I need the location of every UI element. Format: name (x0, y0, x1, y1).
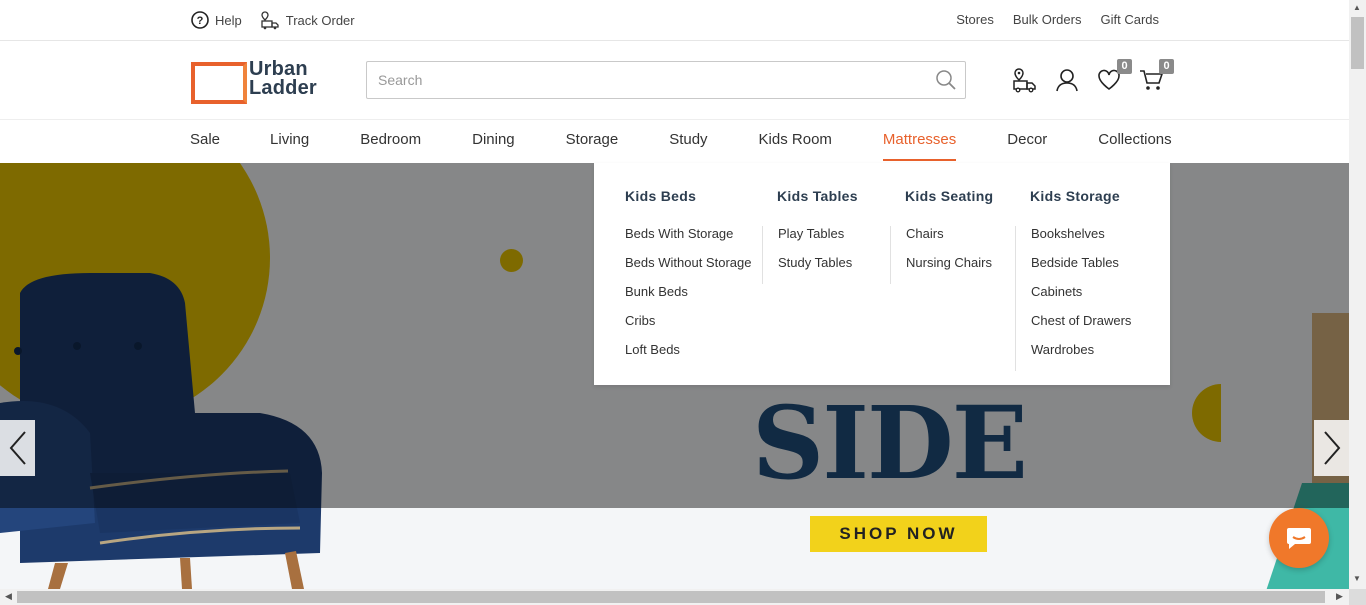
menu-item-cribs[interactable]: Cribs (625, 313, 751, 342)
menu-item-beds-without-storage[interactable]: Beds Without Storage (625, 255, 751, 284)
kids-room-mega-menu: Kids Beds Beds With Storage Beds Without… (594, 163, 1170, 385)
nav-item-decor[interactable]: Decor (1007, 120, 1047, 163)
horizontal-scroll-thumb[interactable] (17, 591, 1325, 603)
search-box (366, 61, 966, 99)
nav-item-mattresses[interactable]: Mattresses (882, 120, 957, 163)
bulk-orders-link[interactable]: Bulk Orders (1013, 12, 1082, 27)
nav-item-collections[interactable]: Collections (1098, 120, 1171, 163)
menu-item-bookshelves[interactable]: Bookshelves (1031, 226, 1131, 255)
delivery-truck-icon (1013, 68, 1036, 93)
help-icon: ? (191, 11, 209, 29)
chat-widget-button[interactable] (1269, 508, 1329, 568)
carousel-next-button[interactable] (1314, 420, 1349, 476)
track-order-link[interactable]: Track Order (260, 10, 355, 30)
menu-column-kids-storage: Kids Storage Bookshelves Bedside Tables … (1015, 163, 1131, 371)
search-icon[interactable] (935, 69, 957, 91)
help-label: Help (215, 12, 242, 28)
user-icon (1056, 69, 1078, 92)
menu-item-study-tables[interactable]: Study Tables (778, 255, 858, 284)
nav-item-living[interactable]: Living (270, 120, 309, 163)
menu-column-kids-seating: Kids Seating Chairs Nursing Chairs (890, 163, 993, 284)
scroll-right-arrow-icon[interactable]: ▶ (1336, 591, 1343, 602)
cart-count-badge: 0 (1159, 59, 1174, 74)
header: Urban Ladder 0 0 (0, 41, 1349, 120)
wishlist-button[interactable]: 0 (1096, 59, 1132, 93)
wishlist-count-badge: 0 (1117, 59, 1132, 74)
menu-heading-kids-beds[interactable]: Kids Beds (625, 188, 751, 226)
track-order-icon (261, 11, 279, 30)
chevron-right-icon (1323, 431, 1340, 465)
scroll-left-arrow-icon[interactable]: ◀ (5, 591, 12, 602)
gift-cards-link[interactable]: Gift Cards (1100, 12, 1159, 27)
logo-mark-icon (191, 62, 247, 104)
account-button[interactable] (1054, 67, 1080, 93)
stores-link[interactable]: Stores (956, 12, 994, 27)
menu-item-wardrobes[interactable]: Wardrobes (1031, 342, 1131, 371)
help-link[interactable]: ? Help (191, 11, 242, 29)
logo-line-2: Ladder (249, 77, 317, 99)
nav-item-sale[interactable]: Sale (190, 120, 220, 163)
chat-icon (1287, 528, 1311, 549)
track-order-label: Track Order (285, 12, 355, 28)
track-delivery-button[interactable] (1012, 67, 1038, 93)
nav-item-kids-room[interactable]: Kids Room (759, 120, 832, 163)
menu-heading-kids-storage[interactable]: Kids Storage (1030, 188, 1131, 226)
nav-item-storage[interactable]: Storage (566, 120, 619, 163)
horizontal-scrollbar[interactable]: ◀ ▶ (0, 589, 1366, 605)
menu-item-chest-of-drawers[interactable]: Chest of Drawers (1031, 313, 1131, 342)
main-navigation: Sale Living Bedroom Dining Storage Study… (0, 120, 1349, 163)
vertical-scrollbar[interactable]: ▲ ▼ (1349, 0, 1366, 589)
nav-item-dining[interactable]: Dining (472, 120, 515, 163)
nav-item-bedroom[interactable]: Bedroom (360, 120, 421, 163)
cart-button[interactable]: 0 (1138, 59, 1174, 93)
page: ? Help Track Order Stores Bulk Orders Gi… (0, 0, 1366, 605)
menu-item-nursing-chairs[interactable]: Nursing Chairs (906, 255, 993, 284)
search-input[interactable] (367, 62, 965, 98)
chevron-left-icon (9, 431, 26, 465)
top-utility-bar: ? Help Track Order Stores Bulk Orders Gi… (0, 0, 1349, 41)
svg-text:?: ? (197, 15, 204, 27)
menu-item-chairs[interactable]: Chairs (906, 226, 993, 255)
menu-item-bedside-tables[interactable]: Bedside Tables (1031, 255, 1131, 284)
menu-column-kids-beds: Kids Beds Beds With Storage Beds Without… (625, 163, 751, 371)
logo-text: Urban Ladder (249, 59, 317, 99)
scroll-up-arrow-icon[interactable]: ▲ (1353, 3, 1361, 12)
menu-item-play-tables[interactable]: Play Tables (778, 226, 858, 255)
menu-heading-kids-seating[interactable]: Kids Seating (905, 188, 993, 226)
vertical-scroll-thumb[interactable] (1351, 17, 1364, 69)
carousel-prev-button[interactable] (0, 420, 35, 476)
nav-item-study[interactable]: Study (669, 120, 707, 163)
menu-item-beds-with-storage[interactable]: Beds With Storage (625, 226, 751, 255)
menu-item-bunk-beds[interactable]: Bunk Beds (625, 284, 751, 313)
menu-item-cabinets[interactable]: Cabinets (1031, 284, 1131, 313)
menu-item-loft-beds[interactable]: Loft Beds (625, 342, 751, 371)
menu-heading-kids-tables[interactable]: Kids Tables (777, 188, 858, 226)
menu-column-kids-tables: Kids Tables Play Tables Study Tables (762, 163, 858, 284)
urban-ladder-logo[interactable]: Urban Ladder (191, 59, 317, 104)
shop-now-button[interactable]: SHOP NOW (810, 516, 987, 552)
scroll-down-arrow-icon[interactable]: ▼ (1353, 574, 1361, 583)
